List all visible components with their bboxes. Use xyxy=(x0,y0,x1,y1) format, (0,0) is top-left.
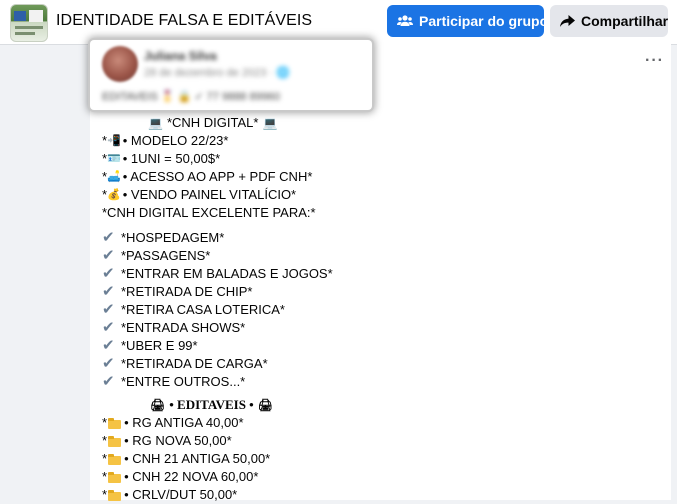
cnh-title-line: 💻 *CNH DIGITAL* 💻 xyxy=(102,114,662,132)
list-item: * 🪪 • 1UNI = 50,00$* xyxy=(102,151,221,166)
more-options-icon[interactable]: ··· xyxy=(645,52,664,70)
printer-icon: 🖨 xyxy=(150,398,166,412)
folder-icon xyxy=(108,453,122,465)
list-item: ✔ *ENTRAR EM BALADAS E JOGOS* xyxy=(102,265,333,282)
money-bag-icon: 💰 xyxy=(107,188,121,201)
check-icon: ✔ xyxy=(102,265,115,282)
printer-icon: 🖨 xyxy=(257,398,273,412)
editaveis-title: • EDITAVEIS • xyxy=(169,397,254,412)
list-item: * • RG NOVA 50,00* xyxy=(102,433,232,448)
laptop-icon: 💻 xyxy=(148,116,163,130)
avatar xyxy=(102,46,138,82)
check-icon: ✔ xyxy=(102,283,115,300)
list-item: ✔ *HOSPEDAGEM* xyxy=(102,229,225,246)
list-item: * 💰 • VENDO PAINEL VITALÍCIO* xyxy=(102,187,297,202)
post-body: 💻 *CNH DIGITAL* 💻 * 📲 • MODELO 22/23* * 🪪 … xyxy=(102,114,662,504)
list-item: * • CNH 21 ANTIGA 50,00* xyxy=(102,451,271,466)
list-item: * • CRLV/DUT 50,00* xyxy=(102,487,238,502)
list-item: * • CNH 22 NOVA 60,00* xyxy=(102,469,259,484)
join-group-button[interactable]: Participar do grupo xyxy=(387,5,548,37)
post-date: 28 de dezembro de 2023 · 🌐 xyxy=(144,67,290,79)
join-group-label: Participar do grupo xyxy=(419,13,549,29)
list-item: ✔ *RETIRADA DE CARGA* xyxy=(102,355,268,372)
folder-icon xyxy=(108,489,122,501)
check-icon: ✔ xyxy=(102,319,115,336)
list-item: * 📲 • MODELO 22/23* xyxy=(102,133,229,148)
post-card: ··· Juliana Silva 28 de dezembro de 2023… xyxy=(90,40,671,502)
shared-post-text: EDITAVEIS 🎖️ 🔒 ✓ 77 9888 89960 xyxy=(102,91,281,103)
check-icon: ✔ xyxy=(102,301,115,318)
list-item: ✔ *RETIRADA DE CHIP* xyxy=(102,283,253,300)
sofa-icon: 🛋️ xyxy=(107,170,121,183)
cnh-excellent-heading: *CNH DIGITAL EXCELENTE PARA:* xyxy=(102,205,316,220)
check-icon: ✔ xyxy=(102,373,115,390)
list-item: ✔ *PASSAGENS* xyxy=(102,247,211,264)
editaveis-title-line: 🖨 • EDITAVEIS • 🖨 xyxy=(102,396,662,414)
group-name[interactable]: IDENTIDADE FALSA E EDITÁVEIS xyxy=(56,12,312,30)
list-item: * • RG ANTIGA 40,00* xyxy=(102,415,244,430)
check-icon: ✔ xyxy=(102,355,115,372)
check-icon: ✔ xyxy=(102,229,115,246)
shared-post-preview[interactable]: Juliana Silva 28 de dezembro de 2023 · 🌐… xyxy=(90,40,372,110)
check-icon: ✔ xyxy=(102,337,115,354)
list-item: ✔ *ENTRE OUTROS...* xyxy=(102,373,246,390)
cnh-title: *CNH DIGITAL* xyxy=(166,115,259,130)
id-card-icon: 🪪 xyxy=(107,152,121,165)
laptop-icon: 💻 xyxy=(262,116,278,130)
folder-icon xyxy=(108,471,122,483)
list-item: ✔ *UBER E 99* xyxy=(102,337,198,354)
group-cover-thumbnail[interactable] xyxy=(10,4,48,42)
list-item: ✔ *RETIRA CASA LOTERICA* xyxy=(102,301,285,318)
group-icon xyxy=(397,15,413,26)
folder-icon xyxy=(108,435,122,447)
share-button[interactable]: Compartilhar xyxy=(550,5,668,37)
list-item: ✔ *ENTRADA SHOWS* xyxy=(102,319,246,336)
list-item: * 🛋️ • ACESSO AO APP + PDF CNH* xyxy=(102,169,313,184)
share-label: Compartilhar xyxy=(581,13,669,29)
check-icon: ✔ xyxy=(102,247,115,264)
author-name: Juliana Silva xyxy=(144,49,217,63)
mobile-arrow-icon: 📲 xyxy=(107,134,121,147)
group-header: IDENTIDADE FALSA E EDITÁVEIS Participar … xyxy=(0,0,677,45)
share-arrow-icon xyxy=(560,14,575,27)
folder-icon xyxy=(108,417,122,429)
